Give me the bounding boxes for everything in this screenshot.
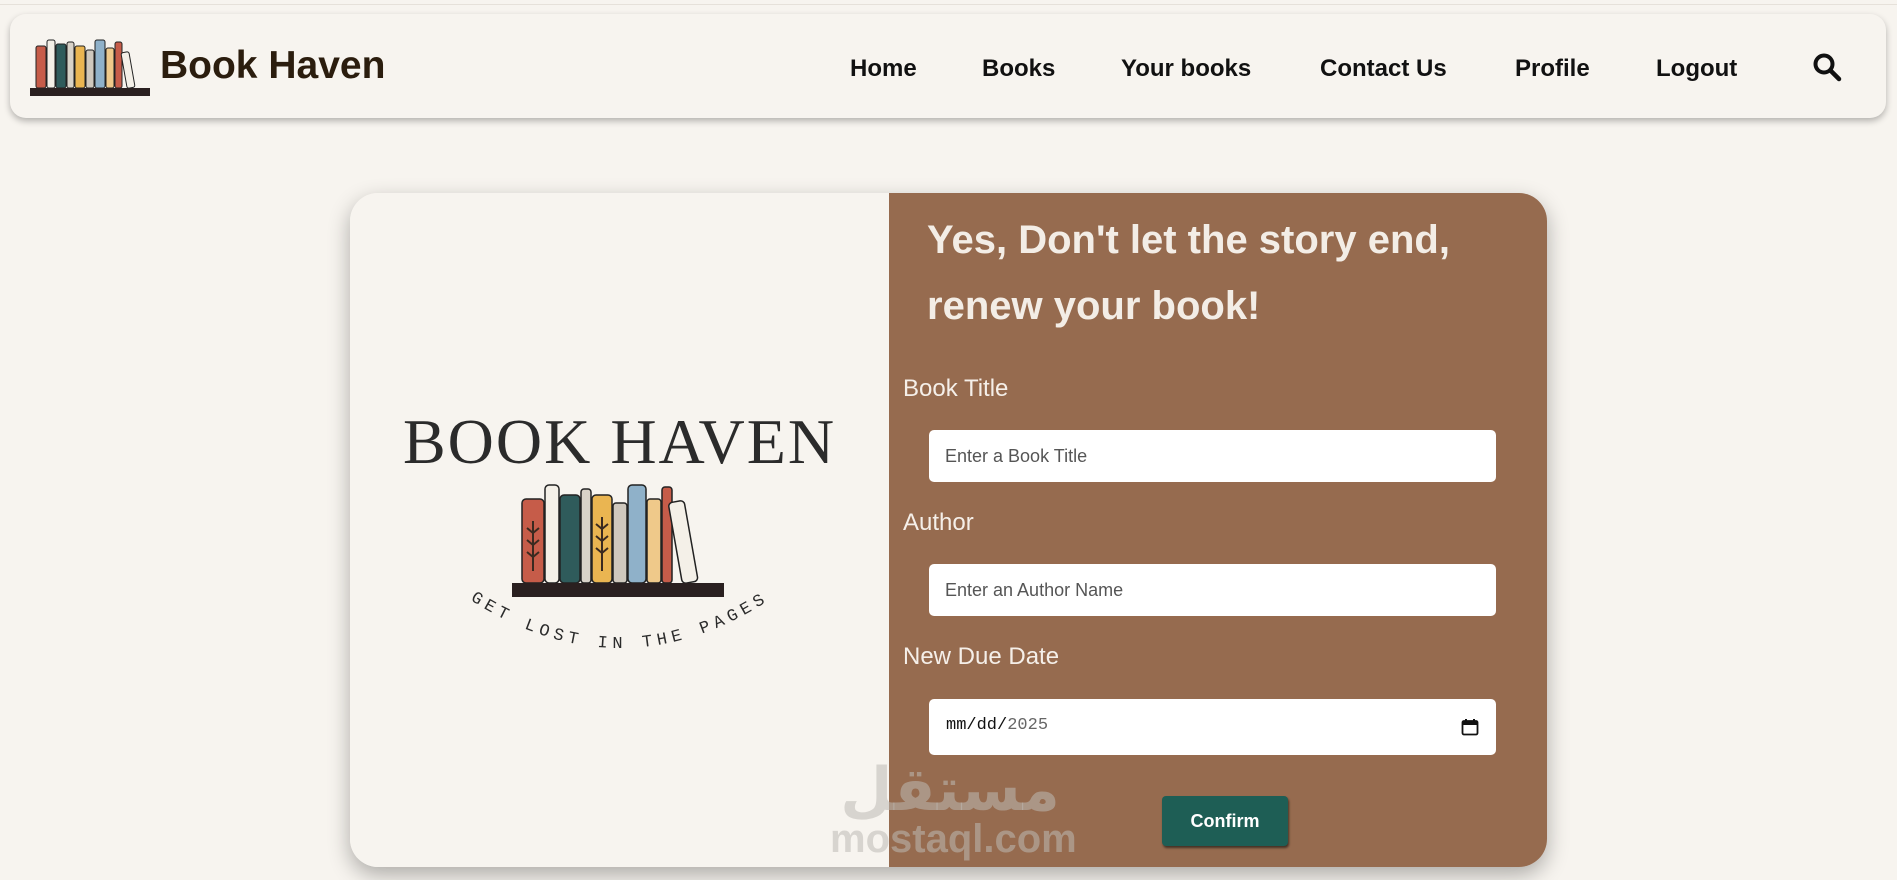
navbar: Book Haven Home Books Your books Contact… xyxy=(10,14,1886,118)
bookshelf-logo-icon[interactable] xyxy=(28,32,152,96)
search-icon[interactable] xyxy=(1812,52,1842,82)
nav-item-home[interactable]: Home xyxy=(850,55,917,83)
book-title-label: Book Title xyxy=(903,375,1009,402)
svg-text:GET LOST IN THE PAGES: GET LOST IN THE PAGES xyxy=(467,589,773,654)
due-date-year: 2025 xyxy=(1007,716,1049,735)
logo-tagline-arc: GET LOST IN THE PAGES xyxy=(467,589,773,654)
nav-item-profile[interactable]: Profile xyxy=(1515,55,1590,83)
logo-panel: BOOK HAVEN GET LOST IN THE PAGES xyxy=(350,193,889,867)
nav-item-books[interactable]: Books xyxy=(982,55,1055,83)
nav-item-logout[interactable]: Logout xyxy=(1656,55,1737,83)
confirm-button[interactable]: Confirm xyxy=(1162,796,1288,846)
bookshelf-illustration-icon xyxy=(512,484,724,597)
nav-item-your-books[interactable]: Your books xyxy=(1121,55,1251,83)
top-border-line xyxy=(0,4,1897,5)
form-heading: Yes, Don't let the story end, renew your… xyxy=(927,218,1450,328)
author-label: Author xyxy=(903,509,974,536)
brand-name[interactable]: Book Haven xyxy=(160,44,385,88)
due-date-input[interactable]: mm/dd/2025 xyxy=(929,699,1496,755)
logo-tagline: GET LOST IN THE PAGES xyxy=(467,589,768,654)
due-date-label: New Due Date xyxy=(903,643,1060,670)
nav-item-contact-us[interactable]: Contact Us xyxy=(1320,55,1447,83)
due-date-mask: mm/dd/ xyxy=(946,716,1008,735)
calendar-icon[interactable] xyxy=(1461,718,1479,736)
logo-title: BOOK HAVEN xyxy=(402,406,837,477)
renew-form-panel: Yes, Don't let the story end, renew your… xyxy=(889,193,1547,867)
renew-card: BOOK HAVEN GET LOST IN THE PAGES Yes, Do… xyxy=(350,193,1547,867)
author-input[interactable] xyxy=(929,564,1496,616)
book-title-input[interactable] xyxy=(929,430,1496,482)
